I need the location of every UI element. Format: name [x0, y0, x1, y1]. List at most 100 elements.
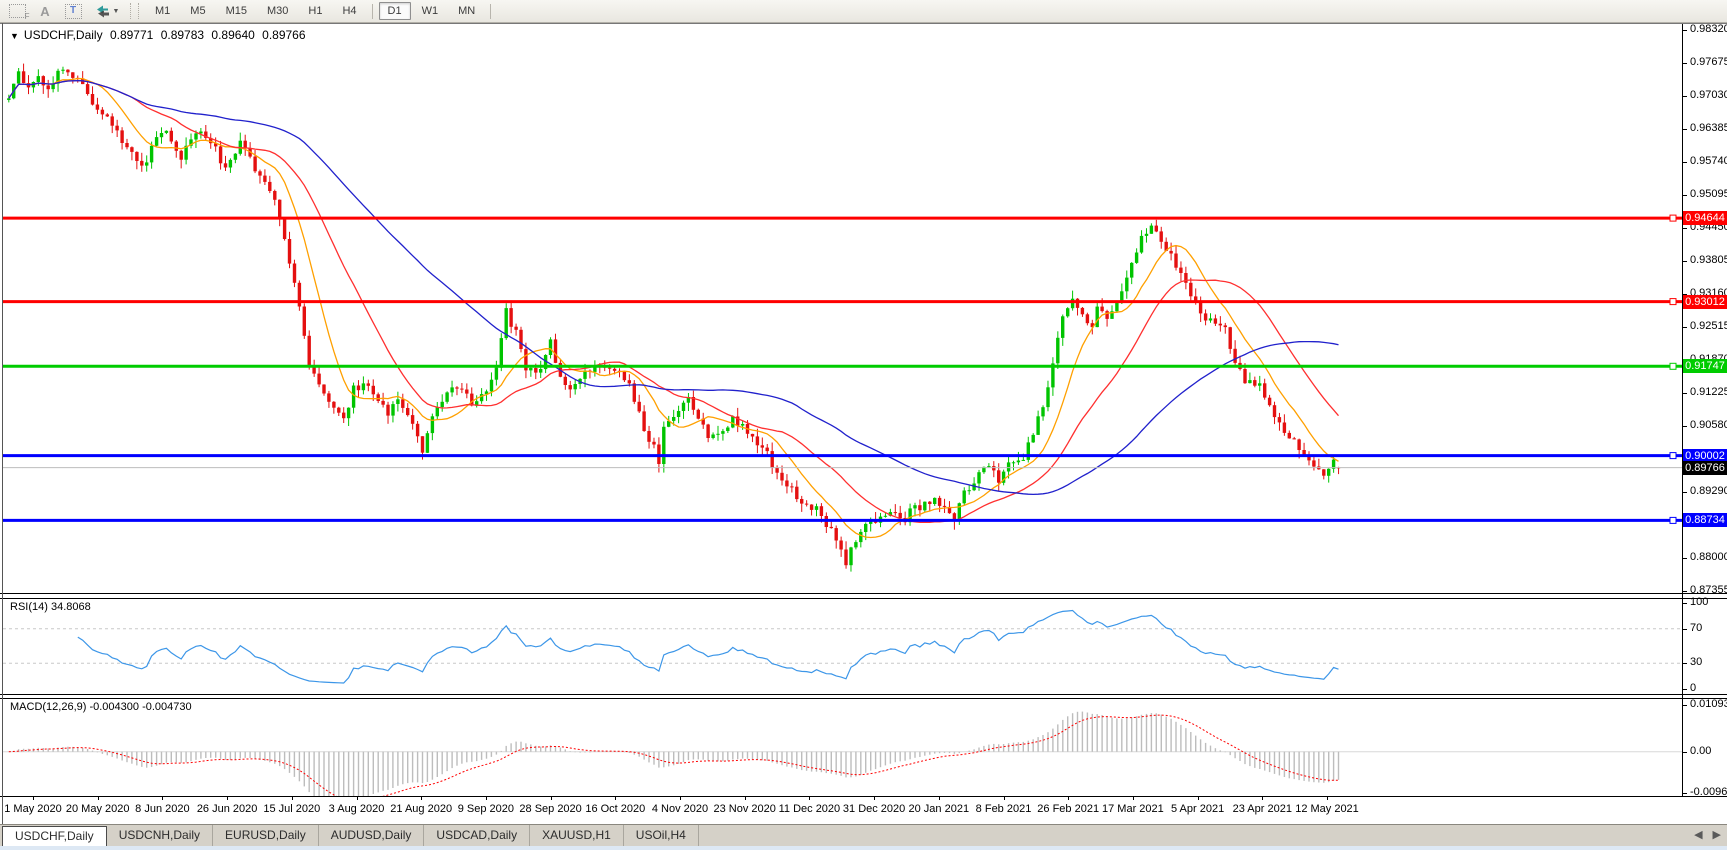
chart-window-border-left — [2, 23, 3, 846]
axis-tick — [1682, 752, 1687, 753]
tab-usdcad-daily[interactable]: USDCAD,Daily — [424, 825, 530, 847]
price-tick-label: 0.93805 — [1690, 254, 1727, 266]
axis-tick — [1682, 63, 1687, 64]
tab-usdchf-daily[interactable]: USDCHF,Daily — [2, 826, 107, 847]
date-tick — [551, 796, 552, 800]
axis-tick — [1682, 591, 1687, 592]
panel-separator[interactable] — [0, 593, 1727, 594]
axis-tick — [1682, 393, 1687, 394]
rsi-chart[interactable] — [0, 599, 1682, 694]
price-tick-label: 0.97675 — [1690, 56, 1727, 68]
timeframe-mn[interactable]: MN — [449, 2, 484, 20]
date-tick — [33, 796, 34, 800]
open-value: 0.89771 — [110, 28, 153, 42]
level-price-badge: 0.91747 — [1683, 359, 1727, 373]
timeframe-w1[interactable]: W1 — [413, 2, 448, 20]
date-tick — [1198, 796, 1199, 800]
date-label: 9 Sep 2020 — [458, 803, 514, 815]
date-tick — [1327, 796, 1328, 800]
macd-label: MACD(12,26,9) -0.004300 -0.004730 — [10, 701, 192, 713]
axis-tick — [1682, 129, 1687, 130]
price-tick-label: 0.88000 — [1690, 551, 1727, 563]
timeframe-m30[interactable]: M30 — [258, 2, 297, 20]
date-tick — [1133, 796, 1134, 800]
collapse-triangle-icon[interactable]: ▼ — [10, 31, 19, 41]
price-tick-label: 0.98320 — [1690, 23, 1727, 35]
rsi-tick-label: 30 — [1690, 656, 1702, 668]
date-label: 23 Apr 2021 — [1233, 803, 1292, 815]
date-label: 23 Nov 2020 — [713, 803, 775, 815]
axis-tick — [1682, 558, 1687, 559]
close-value: 0.89766 — [262, 28, 305, 42]
timeframe-h1[interactable]: H1 — [299, 2, 331, 20]
panel-separator[interactable] — [0, 598, 1727, 599]
date-tick — [421, 796, 422, 800]
date-label: 8 Jun 2020 — [135, 803, 189, 815]
tab-scroll-left-icon[interactable]: ◀ — [1694, 828, 1702, 841]
date-label: 31 Dec 2020 — [843, 803, 905, 815]
cursor-arrow-icon[interactable]: A — [34, 2, 56, 20]
toolbar-grip — [130, 3, 139, 19]
tab-scroll-right-icon[interactable]: ▶ — [1713, 828, 1721, 841]
axis-tick — [1682, 30, 1687, 31]
axis-tick — [1682, 195, 1687, 196]
low-value: 0.89640 — [211, 28, 254, 42]
line-studies-icon[interactable]: ▼ — [90, 2, 124, 20]
axis-tick — [1682, 663, 1687, 664]
date-tick — [1004, 796, 1005, 800]
timeframe-m15[interactable]: M15 — [217, 2, 256, 20]
candlestick-chart[interactable] — [0, 24, 1682, 593]
date-tick — [227, 796, 228, 800]
price-tick-label: 0.96385 — [1690, 122, 1727, 134]
line-studies-glyph — [95, 5, 111, 18]
rsi-tick-label: 0 — [1690, 682, 1696, 694]
axis-tick — [1682, 426, 1687, 427]
tab-eurusd-daily[interactable]: EURUSD,Daily — [213, 825, 319, 847]
toolbar-divider — [372, 4, 373, 19]
tab-audusd-daily[interactable]: AUDUSD,Daily — [319, 825, 425, 847]
axis-tick — [1682, 327, 1687, 328]
timeframe-buttons: M1M5M15M30H1H4 D1W1MN — [145, 2, 496, 20]
axis-tick — [1682, 705, 1687, 706]
axis-tick — [1682, 96, 1687, 97]
axis-tick — [1682, 793, 1687, 794]
date-tick — [809, 796, 810, 800]
chart-shift-glyph: F — [9, 4, 26, 18]
panel-separator[interactable] — [0, 698, 1727, 699]
tab-xauusd-h1[interactable]: XAUUSD,H1 — [530, 825, 624, 847]
date-tick — [745, 796, 746, 800]
text-label-icon[interactable]: T — [62, 2, 84, 20]
price-tick-label: 0.95740 — [1690, 155, 1727, 167]
timeframe-d1[interactable]: D1 — [379, 2, 411, 20]
dropdown-caret-icon[interactable]: ▼ — [113, 8, 120, 15]
level-price-badge: 0.93012 — [1683, 295, 1727, 309]
date-tick — [874, 796, 875, 800]
axis-tick — [1682, 162, 1687, 163]
level-price-badge: 0.94644 — [1683, 211, 1727, 225]
macd-tick-label: 0.010933 — [1690, 698, 1727, 710]
tab-scroll-arrows: ◀ ▶ — [1694, 828, 1721, 841]
date-tick — [1068, 796, 1069, 800]
chart-tabs: USDCHF,DailyUSDCNH,DailyEURUSD,DailyAUDU… — [0, 825, 699, 847]
rsi-tick-label: 70 — [1690, 622, 1702, 634]
timeframe-m5[interactable]: M5 — [181, 2, 214, 20]
macd-chart[interactable] — [0, 699, 1682, 796]
chart-shift-icon[interactable]: F — [6, 2, 28, 20]
date-label: 26 Feb 2021 — [1037, 803, 1099, 815]
tab-usdcnh-daily[interactable]: USDCNH,Daily — [107, 825, 213, 847]
chart-tabs-bar: USDCHF,DailyUSDCNH,DailyEURUSD,DailyAUDU… — [0, 824, 1727, 847]
date-label: 12 May 2021 — [1295, 803, 1359, 815]
date-tick — [98, 796, 99, 800]
mt4-terminal: F A T ▼ M1M5M15M30H1H4 D1W1MN ▼ USDCHF,Dai… — [0, 0, 1727, 850]
price-tick-label: 0.87355 — [1690, 584, 1727, 596]
date-label: 8 Feb 2021 — [976, 803, 1032, 815]
axis-tick — [1682, 689, 1687, 690]
price-tick-label: 0.90580 — [1690, 419, 1727, 431]
timeframe-h4[interactable]: H4 — [333, 2, 365, 20]
timeframe-m1[interactable]: M1 — [146, 2, 179, 20]
panel-separator[interactable] — [0, 694, 1727, 695]
axis-tick — [1682, 603, 1687, 604]
date-tick — [357, 796, 358, 800]
date-label: 20 May 2020 — [66, 803, 130, 815]
tab-usoil-h4[interactable]: USOil,H4 — [624, 825, 699, 847]
